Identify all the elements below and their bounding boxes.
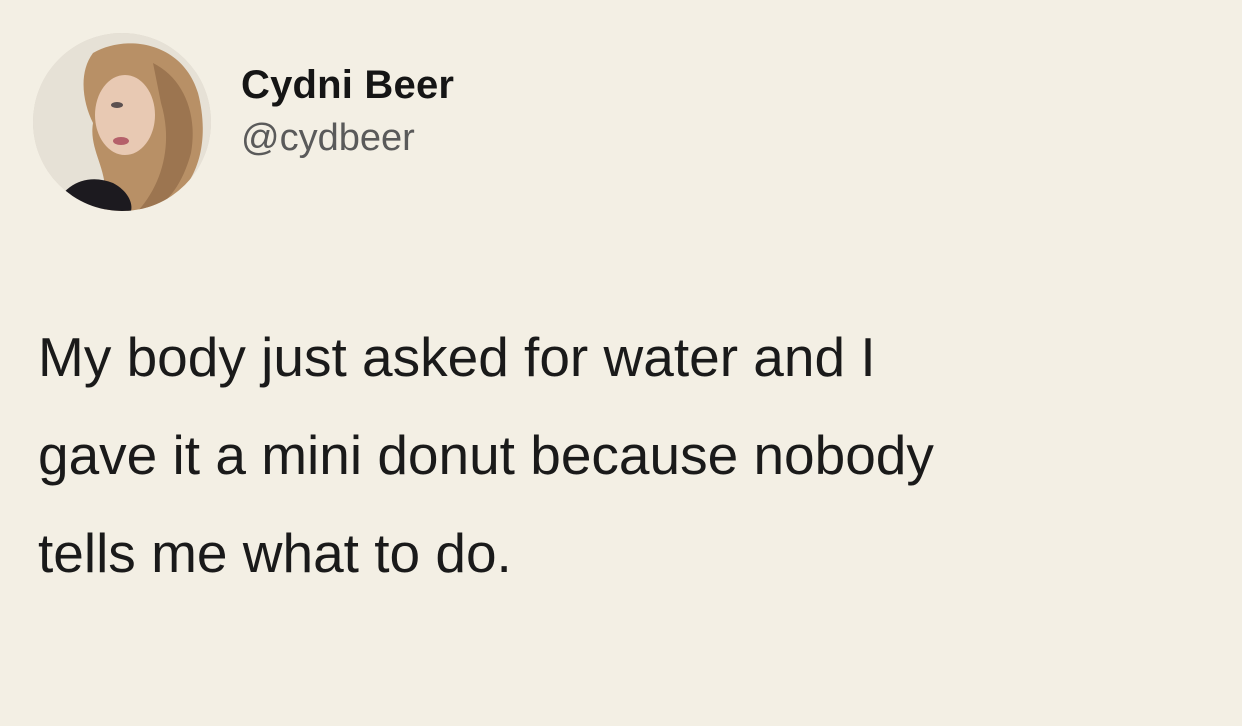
avatar-image <box>33 33 211 211</box>
tweet-header: Cydni Beer @cydbeer <box>33 33 454 211</box>
display-name[interactable]: Cydni Beer <box>241 61 454 109</box>
tweet-card: Cydni Beer @cydbeer My body just asked f… <box>0 0 1242 726</box>
tweet-text-line: tells me what to do. <box>38 522 512 584</box>
avatar[interactable] <box>33 33 211 211</box>
tweet-text-line: gave it a mini donut because nobody <box>38 424 934 486</box>
tweet-text-line: My body just asked for water and I <box>38 326 876 388</box>
tweet-text: My body just asked for water and I gave … <box>38 308 1218 602</box>
user-handle[interactable]: @cydbeer <box>241 115 454 161</box>
user-info: Cydni Beer @cydbeer <box>241 61 454 161</box>
